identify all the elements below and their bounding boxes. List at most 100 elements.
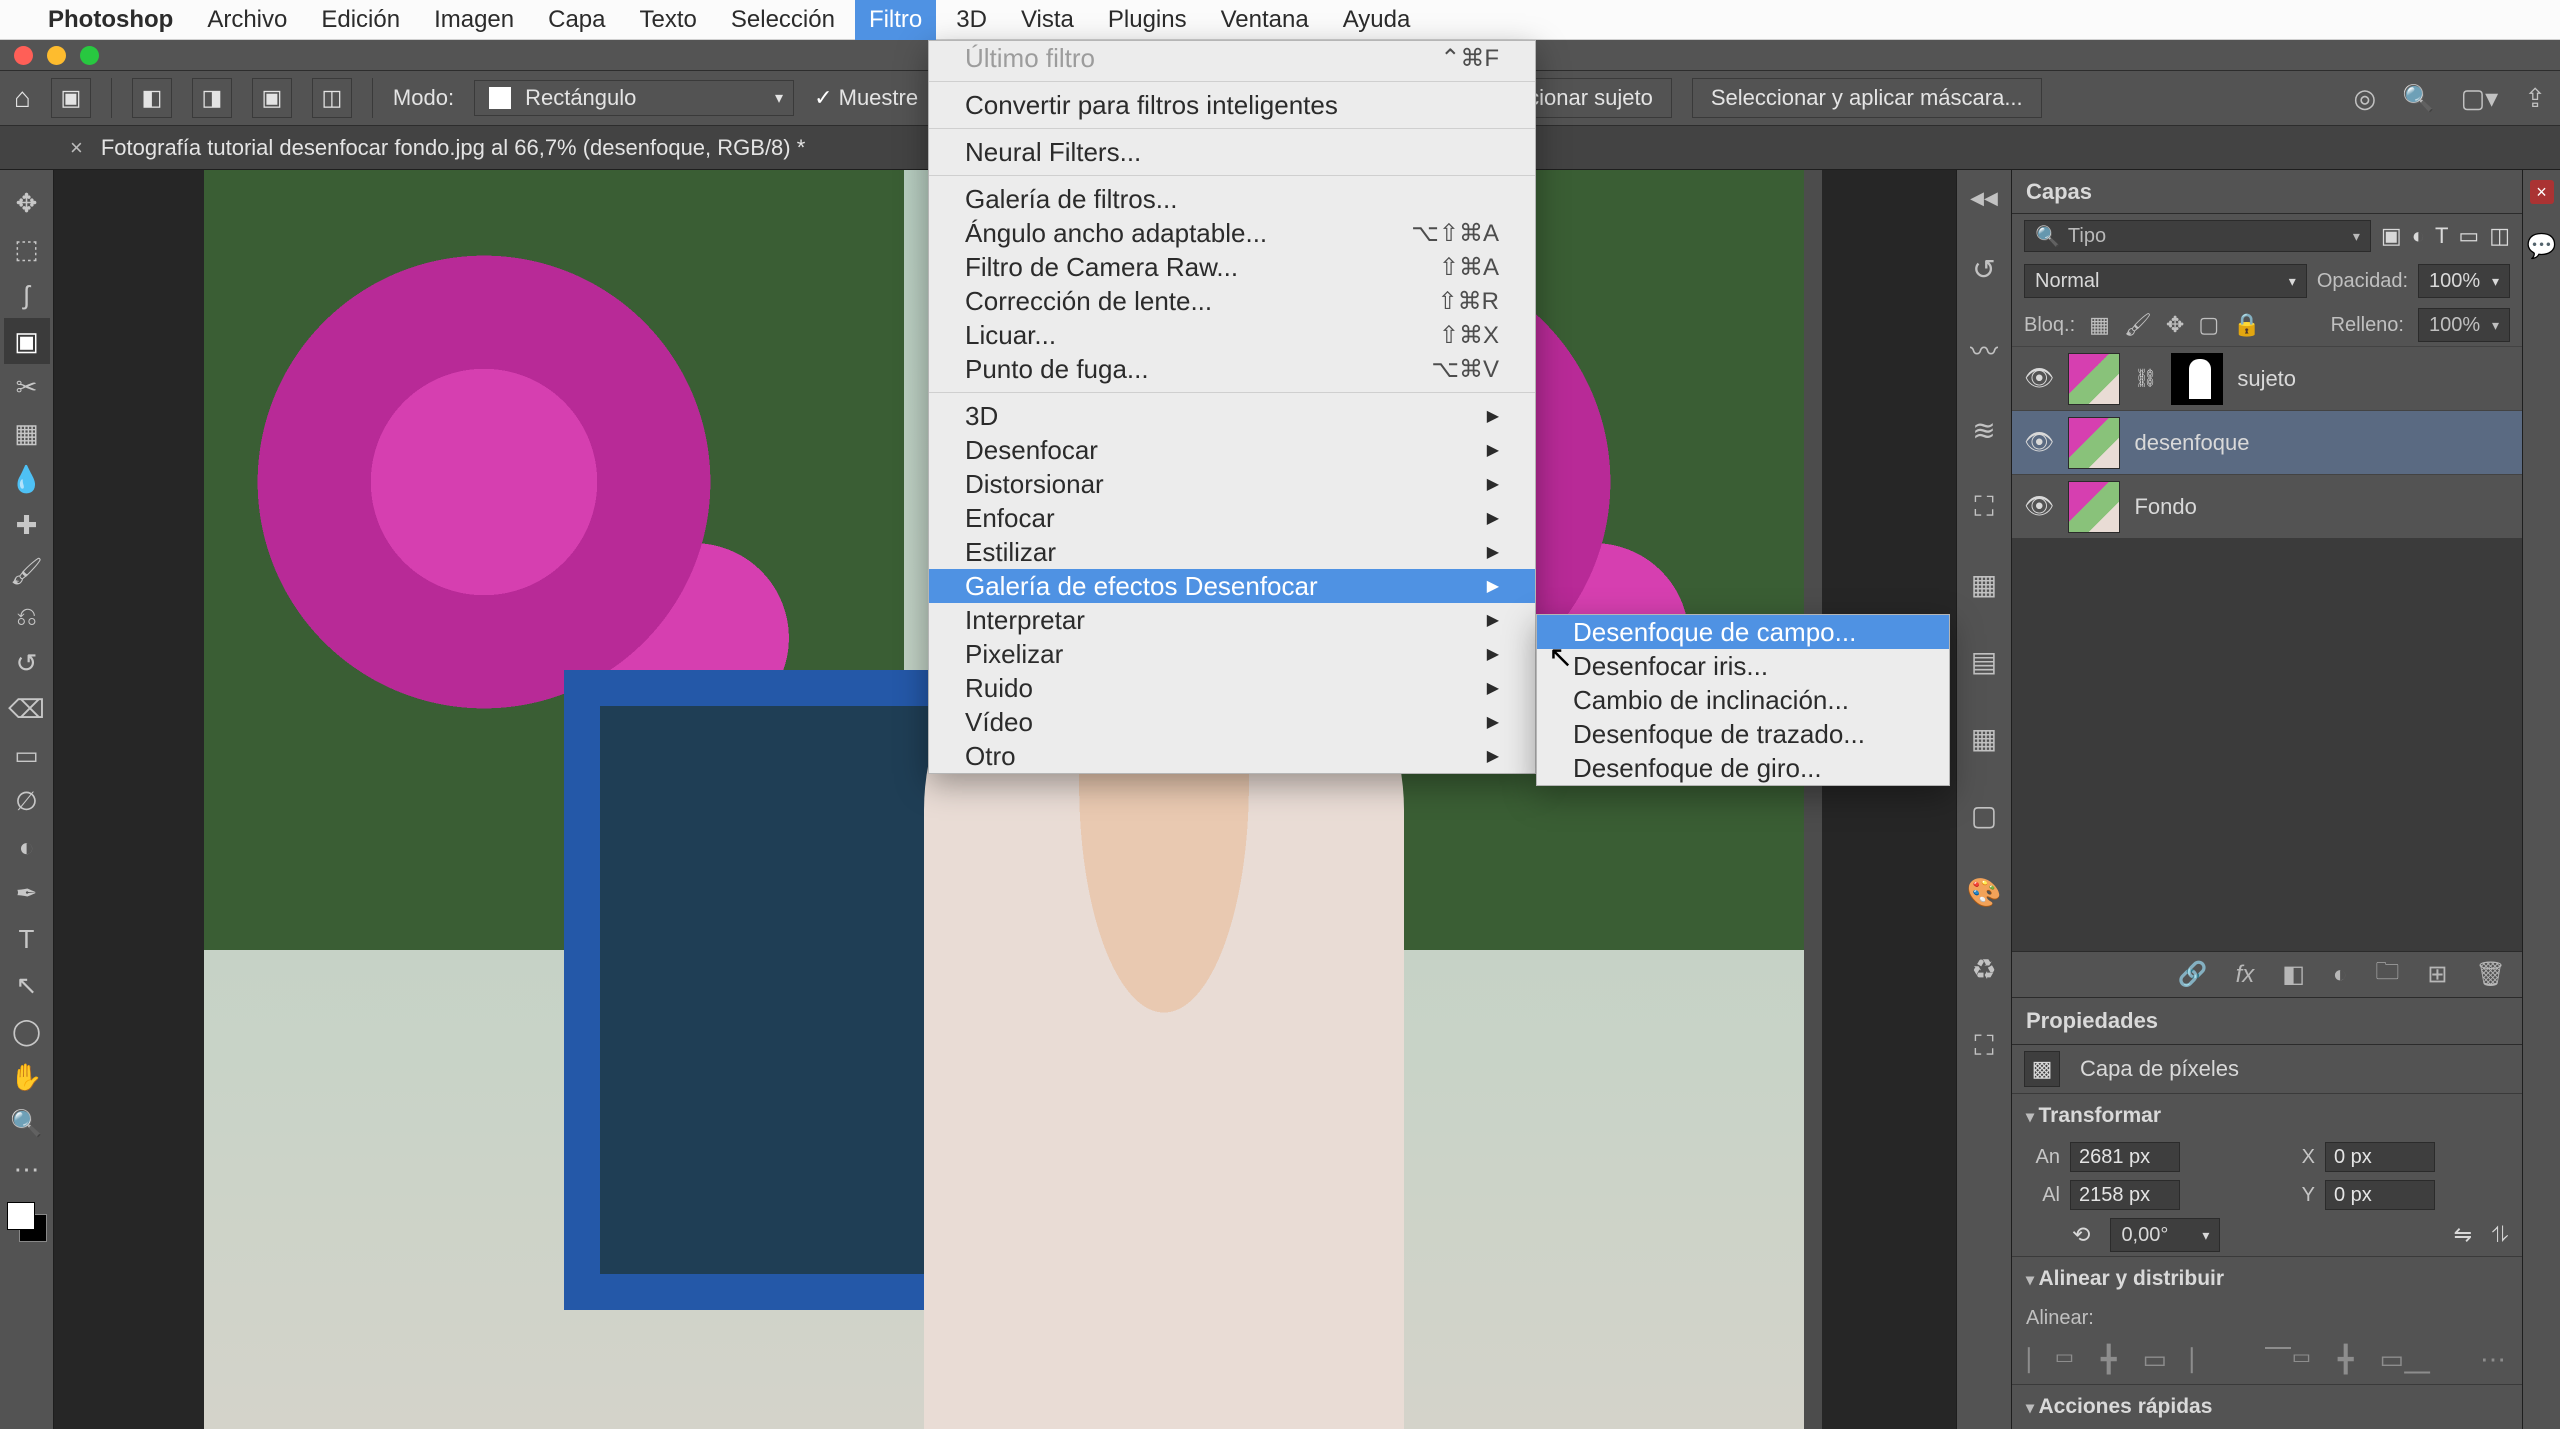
angle-input[interactable]: 0,00° bbox=[2110, 1218, 2220, 1252]
layer-fx-icon[interactable]: fx bbox=[2236, 961, 2255, 989]
transform-section-header[interactable]: Transformar bbox=[2012, 1093, 2522, 1138]
tool-eyedropper[interactable]: 💧 bbox=[4, 456, 50, 502]
opacity-input[interactable]: 100% bbox=[2418, 264, 2510, 298]
layer-thumbnail[interactable] bbox=[2068, 417, 2120, 469]
quick-actions-header[interactable]: Acciones rápidas bbox=[2012, 1384, 2522, 1429]
menu-item[interactable]: Otro bbox=[929, 739, 1535, 773]
filter-shape-icon[interactable]: ▭ bbox=[2458, 223, 2479, 249]
lock-all-icon[interactable]: 🔒 bbox=[2233, 312, 2260, 338]
shape-mode-select[interactable]: Rectángulo bbox=[474, 80, 794, 116]
home-icon[interactable]: ⌂ bbox=[14, 82, 31, 114]
layer-mask-thumbnail[interactable] bbox=[2171, 353, 2223, 405]
share-icon[interactable]: ⇪ bbox=[2524, 83, 2546, 114]
color-swatches[interactable] bbox=[7, 1202, 47, 1242]
dock-swatch-icon[interactable]: ▢ bbox=[1971, 799, 1997, 832]
filter-adjust-icon[interactable]: ◐ bbox=[2412, 223, 2425, 249]
menu-item[interactable]: Vídeo bbox=[929, 705, 1535, 739]
menu-item[interactable]: Convertir para filtros inteligentes bbox=[929, 88, 1535, 122]
layer-thumbnail[interactable] bbox=[2068, 481, 2120, 533]
menu-edicion[interactable]: Edición bbox=[321, 6, 400, 34]
menu-item[interactable]: Ángulo ancho adaptable...⌥⇧⌘A bbox=[929, 216, 1535, 250]
tool-crop[interactable]: ✂ bbox=[4, 364, 50, 410]
mode-overlap[interactable]: ◫ bbox=[312, 78, 352, 118]
filter-smart-icon[interactable]: ◫ bbox=[2489, 223, 2510, 249]
dock-color-icon[interactable]: 🎨 bbox=[1967, 876, 2002, 909]
menu-item[interactable]: Ruido bbox=[929, 671, 1535, 705]
document-tab-label[interactable]: Fotografía tutorial desenfocar fondo.jpg… bbox=[101, 135, 805, 161]
tool-marquee[interactable]: ⬚ bbox=[4, 226, 50, 272]
dock-libraries-icon[interactable]: ♻ bbox=[1971, 953, 1996, 986]
height-input[interactable] bbox=[2070, 1180, 2180, 1210]
layer-row[interactable]: 👁⛓sujeto bbox=[2012, 346, 2522, 410]
x-input[interactable] bbox=[2325, 1142, 2435, 1172]
menu-capa[interactable]: Capa bbox=[548, 6, 605, 34]
dock-grid-b-icon[interactable]: ▦ bbox=[1971, 722, 1997, 755]
tab-close-icon[interactable]: × bbox=[70, 135, 83, 161]
menu-item[interactable]: Desenfoque de trazado... bbox=[1537, 717, 1949, 751]
select-and-mask-button[interactable]: Seleccionar y aplicar máscara... bbox=[1692, 78, 2042, 118]
tool-path-select[interactable]: ↖ bbox=[4, 962, 50, 1008]
align-right-icon[interactable]: ▭⎹ bbox=[2142, 1344, 2193, 1376]
filter-image-icon[interactable]: ▣ bbox=[2381, 223, 2402, 249]
menu-item[interactable]: Desenfocar bbox=[929, 433, 1535, 467]
tool-frame[interactable]: ▦ bbox=[4, 410, 50, 456]
layer-visibility-icon[interactable]: 👁 bbox=[2024, 428, 2054, 457]
menu-item[interactable]: Punto de fuga...⌥⌘V bbox=[929, 352, 1535, 386]
layer-row[interactable]: 👁 desenfoque bbox=[2012, 410, 2522, 474]
search-icon[interactable]: 🔍 bbox=[2402, 83, 2434, 114]
menu-seleccion[interactable]: Selección bbox=[731, 6, 835, 34]
window-zoom-button[interactable] bbox=[80, 46, 99, 65]
menu-item[interactable]: Pixelizar bbox=[929, 637, 1535, 671]
menu-item[interactable]: Distorsionar bbox=[929, 467, 1535, 501]
comments-icon[interactable]: 💬 bbox=[2527, 232, 2557, 261]
tool-history-brush[interactable]: ↺ bbox=[4, 640, 50, 686]
tool-dodge[interactable]: ◐ bbox=[4, 824, 50, 870]
tool-move[interactable]: ✥ bbox=[4, 180, 50, 226]
tool-object-select[interactable]: ▣ bbox=[4, 318, 50, 364]
dock-styles-icon[interactable]: ▦ bbox=[1971, 568, 1997, 601]
layer-visibility-icon[interactable]: 👁 bbox=[2024, 492, 2054, 521]
panel-close-icon[interactable]: × bbox=[2530, 180, 2554, 204]
tool-healing[interactable]: ✚ bbox=[4, 502, 50, 548]
tool-brush[interactable]: 🖌 bbox=[4, 548, 50, 594]
layer-visibility-icon[interactable]: 👁 bbox=[2024, 364, 2054, 393]
lock-pixels-icon[interactable]: 🖌 bbox=[2124, 312, 2152, 338]
canvas-scrollbar-vertical[interactable] bbox=[1804, 170, 1822, 1429]
cloud-docs-icon[interactable]: ◎ bbox=[2354, 83, 2377, 114]
tool-zoom[interactable]: 🔍 bbox=[4, 1100, 50, 1146]
menu-item[interactable]: Cambio de inclinación... bbox=[1537, 683, 1949, 717]
menu-plugins[interactable]: Plugins bbox=[1108, 6, 1187, 34]
menu-archivo[interactable]: Archivo bbox=[207, 6, 287, 34]
menu-item[interactable]: Neural Filters... bbox=[929, 135, 1535, 169]
workspace-switcher-icon[interactable]: ▢▾ bbox=[2461, 83, 2499, 114]
tool-pen[interactable]: ✒ bbox=[4, 870, 50, 916]
add-mask-icon[interactable]: ◧ bbox=[2282, 960, 2305, 989]
layer-row[interactable]: 👁Fondo bbox=[2012, 474, 2522, 538]
new-group-icon[interactable]: 🗀 bbox=[2375, 954, 2399, 995]
layer-thumbnail[interactable] bbox=[2068, 353, 2120, 405]
menu-ayuda[interactable]: Ayuda bbox=[1343, 6, 1411, 34]
tool-shape[interactable]: ◯ bbox=[4, 1008, 50, 1054]
delete-layer-icon[interactable]: 🗑 bbox=[2476, 960, 2506, 989]
dock-grid-a-icon[interactable]: ▤ bbox=[1971, 645, 1997, 678]
lock-position-icon[interactable]: ✥ bbox=[2166, 312, 2184, 338]
tool-lasso[interactable]: ʃ bbox=[4, 272, 50, 318]
tool-eraser[interactable]: ⌫ bbox=[4, 686, 50, 732]
lock-artboard-icon[interactable]: ▢ bbox=[2198, 312, 2219, 338]
properties-panel-tab[interactable]: Propiedades bbox=[2012, 997, 2522, 1045]
lock-transparency-icon[interactable]: ▦ bbox=[2089, 312, 2110, 338]
dock-brushes-icon[interactable]: 〰 bbox=[1970, 330, 1998, 370]
align-bottom-icon[interactable]: ▭⎽ bbox=[2380, 1344, 2431, 1376]
align-hcenter-icon[interactable]: ╋ bbox=[2101, 1344, 2117, 1376]
mode-add[interactable]: ◧ bbox=[132, 78, 172, 118]
fill-input[interactable]: 100% bbox=[2418, 308, 2510, 342]
dock-artboards-icon[interactable]: ⛶ bbox=[1974, 1030, 1994, 1063]
align-section-header[interactable]: Alinear y distribuir bbox=[2012, 1256, 2522, 1301]
flip-h-icon[interactable]: ⇋ bbox=[2454, 1222, 2472, 1248]
menu-item[interactable]: Corrección de lente...⇧⌘R bbox=[929, 284, 1535, 318]
layer-name-label[interactable]: desenfoque bbox=[2134, 430, 2249, 456]
menu-item[interactable]: Enfocar bbox=[929, 501, 1535, 535]
dock-brush-settings-icon[interactable]: ≋ bbox=[1972, 414, 1995, 447]
menu-item[interactable]: 3D bbox=[929, 399, 1535, 433]
menu-item[interactable]: Filtro de Camera Raw...⇧⌘A bbox=[929, 250, 1535, 284]
